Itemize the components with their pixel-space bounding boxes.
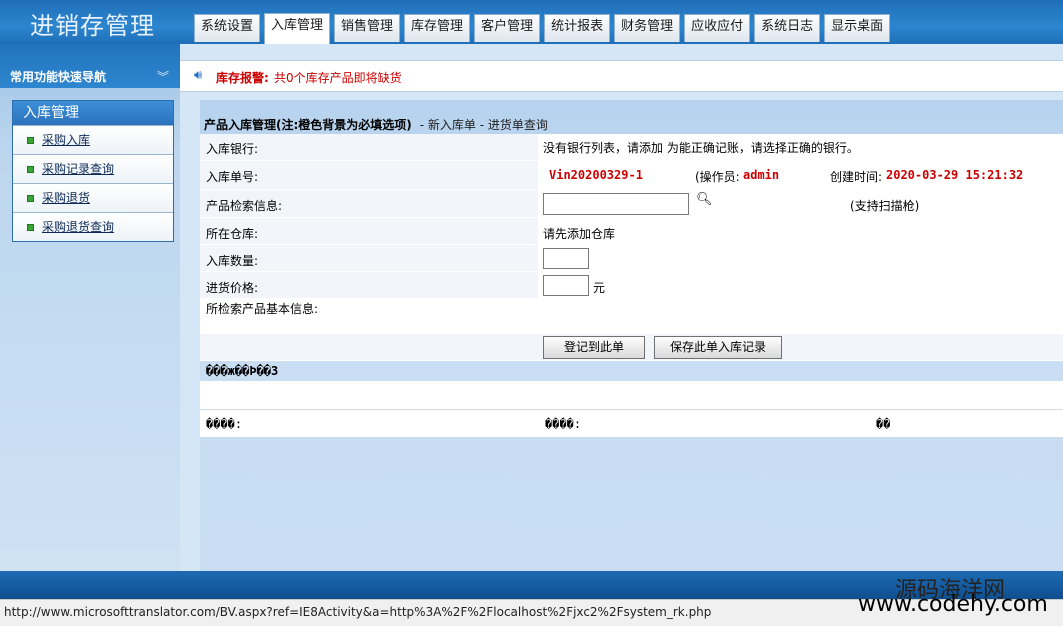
- order-label: 入库单号:: [206, 170, 259, 184]
- warehouse-row: 所在仓库: 请先添加仓库: [200, 218, 1063, 245]
- garbled-heading: ���ж��Ϸ��3: [206, 364, 279, 378]
- quantity-cell: [538, 245, 1063, 271]
- watermark-en: www.codehy.com: [858, 592, 1048, 617]
- price-unit: 元: [593, 281, 606, 295]
- search-icon[interactable]: 🔍︎: [696, 192, 713, 207]
- content-panel: 产品入库管理(注:橙色背景为必填选项) - 新入库单 - 进货单查询 入库银行: …: [200, 100, 1063, 571]
- nav-tab-show-desktop[interactable]: 显示桌面: [824, 14, 891, 42]
- sidebar-item-return-query[interactable]: 采购退货查询: [13, 212, 173, 241]
- app-title: 进销存管理: [30, 12, 155, 40]
- bank-value: 没有银行列表，请添加 为能正确记账，请选择正确的银行。: [543, 141, 859, 155]
- section-heading: 产品入库管理(注:橙色背景为必填选项) - 新入库单 - 进货单查询: [204, 116, 548, 133]
- operator-label: (操作员:: [695, 170, 740, 184]
- inbound-form: 入库银行: 没有银行列表，请添加 为能正确记账，请选择正确的银行。 入库单号: …: [200, 134, 1063, 437]
- section-title: 产品入库管理(注:橙色背景为必填选项): [204, 118, 412, 132]
- action-row: 登记到此单 保存此单入库记录: [200, 334, 1063, 361]
- sidebar-item-label: 采购记录查询: [42, 162, 115, 176]
- order-row: 入库单号: Vin20200329-1 (操作员: admin 创建时间: 20…: [200, 161, 1063, 190]
- price-input[interactable]: [543, 275, 589, 296]
- sidebar-item-label: 采购退货查询: [42, 220, 115, 234]
- warehouse-label: 所在仓库:: [206, 227, 259, 241]
- sidebar-item-purchase-inbound[interactable]: 采购入库: [13, 125, 173, 154]
- garbled-col1: ����:: [206, 417, 243, 431]
- bank-label: 入库银行:: [206, 142, 259, 156]
- sidebar-title: 常用功能快速导航: [10, 70, 107, 84]
- price-row: 进货价格: 元: [200, 272, 1063, 299]
- basic-info-row: 所检索产品基本信息:: [200, 299, 1063, 334]
- app-header: 进销存管理 系统设置 入库管理 销售管理 库存管理 客户管理 统计报表 财务管理…: [0, 0, 1063, 44]
- bank-row: 入库银行: 没有银行列表，请添加 为能正确记账，请选择正确的银行。: [200, 134, 1063, 161]
- quantity-row: 入库数量:: [200, 245, 1063, 272]
- nav-tab-inventory[interactable]: 库存管理: [404, 14, 471, 42]
- sidebar-item-label: 采购退货: [42, 191, 91, 205]
- warehouse-value: 请先添加仓库: [543, 227, 616, 241]
- operator-name: admin: [743, 168, 780, 182]
- panel-title[interactable]: 入库管理: [13, 101, 173, 125]
- quantity-label: 入库数量:: [206, 254, 259, 268]
- blank-row: [200, 382, 1063, 409]
- price-label: 进货价格:: [206, 281, 259, 295]
- product-search-input[interactable]: [543, 193, 689, 215]
- nav-tab-reports[interactable]: 统计报表: [544, 14, 611, 42]
- garbled-row: ����: ����: ��: [200, 409, 1063, 437]
- status-url: http://www.microsofttranslator.com/BV.as…: [4, 605, 712, 619]
- nav-tab-system-log[interactable]: 系统日志: [754, 14, 821, 42]
- created-label: 创建时间:: [830, 170, 883, 184]
- main-nav: 系统设置 入库管理 销售管理 库存管理 客户管理 统计报表 财务管理 应收应付 …: [194, 13, 891, 44]
- sidebar-item-label: 采购入库: [42, 133, 91, 147]
- warehouse-cell: [538, 218, 1063, 244]
- garbled-col3: ��: [876, 417, 891, 431]
- bullet-icon: [27, 195, 34, 202]
- nav-tab-inbound[interactable]: 入库管理: [264, 13, 331, 44]
- sidebar-header: 常用功能快速导航 ︾: [0, 44, 180, 88]
- garbled-heading-row: ���ж��Ϸ��3: [200, 361, 1063, 382]
- save-record-button[interactable]: 保存此单入库记录: [654, 336, 782, 359]
- search-label: 产品检索信息:: [206, 199, 283, 213]
- scanner-note: (支持扫描枪): [850, 199, 920, 213]
- bullet-icon: [27, 224, 34, 231]
- alert-label: 库存报警:: [216, 71, 269, 85]
- nav-tab-receivables[interactable]: 应收应付: [684, 14, 751, 42]
- nav-tab-finance[interactable]: 财务管理: [614, 14, 681, 42]
- nav-tab-customers[interactable]: 客户管理: [474, 14, 541, 42]
- price-cell: [538, 272, 1063, 298]
- main-area: 🔊︎ 库存报警: 共0个库存产品即将缺货 产品入库管理(注:橙色背景为必填选项)…: [180, 44, 1063, 571]
- basic-info-label: 所检索产品基本信息:: [206, 302, 319, 316]
- section-links[interactable]: - 新入库单 - 进货单查询: [420, 118, 548, 132]
- nav-tab-system-settings[interactable]: 系统设置: [194, 14, 261, 42]
- bullet-icon: [27, 166, 34, 173]
- bullet-icon: [27, 137, 34, 144]
- speaker-icon: 🔊︎: [194, 68, 203, 83]
- sidebar: 常用功能快速导航 ︾ 入库管理 采购入库 采购记录查询 采购退货 采购退货查询: [0, 44, 180, 571]
- collapse-chevron-icon[interactable]: ︾: [157, 68, 169, 85]
- sidebar-item-purchase-records[interactable]: 采购记录查询: [13, 154, 173, 183]
- register-button[interactable]: 登记到此单: [543, 336, 645, 359]
- search-row: 产品检索信息: 🔍︎ (支持扫描枪): [200, 190, 1063, 218]
- sidebar-item-purchase-return[interactable]: 采购退货: [13, 183, 173, 212]
- sidebar-panel: 入库管理 采购入库 采购记录查询 采购退货 采购退货查询: [12, 100, 174, 242]
- garbled-col2: ����:: [545, 417, 582, 431]
- stock-alert-bar: 🔊︎ 库存报警: 共0个库存产品即将缺货: [180, 60, 1063, 92]
- alert-message: 共0个库存产品即将缺货: [274, 71, 402, 85]
- quantity-input[interactable]: [543, 248, 589, 269]
- created-time: 2020-03-29 15:21:32: [886, 168, 1024, 182]
- order-number: Vin20200329-1: [549, 168, 643, 182]
- nav-tab-sales[interactable]: 销售管理: [334, 14, 401, 42]
